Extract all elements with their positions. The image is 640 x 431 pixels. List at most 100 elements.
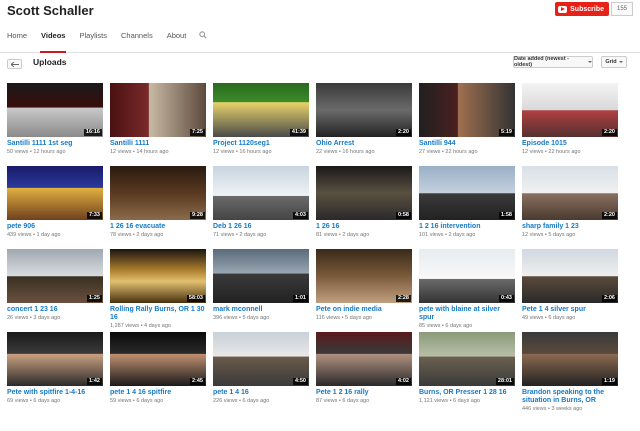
video-card[interactable]: 2:20 Episode 101512 views22 hours ago: [522, 83, 618, 166]
video-thumbnail[interactable]: 7:25: [110, 83, 206, 137]
back-button[interactable]: [7, 59, 22, 69]
video-thumbnail[interactable]: 0:58: [316, 166, 412, 220]
video-title-link[interactable]: sharp family 1 23: [522, 223, 618, 231]
video-card[interactable]: 1:19 Brandon speaking to the situation in…: [522, 332, 618, 415]
tab-videos[interactable]: Videos: [34, 27, 72, 53]
video-thumbnail[interactable]: 1:58: [419, 166, 515, 220]
view-count: 81 views: [316, 232, 338, 238]
video-title-link[interactable]: 1 26 16 evacuate: [110, 223, 206, 231]
video-card[interactable]: 0:43 pete with blaine at silver spur 85 vi…: [419, 249, 515, 332]
video-title-link[interactable]: pete 1 4 16 spitfire: [110, 389, 206, 397]
view-count: 71 views: [213, 232, 235, 238]
video-duration: 1:01: [292, 295, 308, 302]
view-count: 446 views: [522, 406, 547, 412]
video-thumbnail[interactable]: 1:01: [213, 249, 309, 303]
tab-channels[interactable]: Channels: [114, 27, 160, 53]
video-card[interactable]: 0:58 1 26 1681 views2 days ago: [316, 166, 412, 249]
view-count: 78 views: [110, 232, 132, 238]
video-card[interactable]: 5:19 Santilli 94427 views22 hours ago: [419, 83, 515, 166]
chevron-down-icon: [618, 61, 623, 63]
view-dropdown[interactable]: Grid: [601, 56, 627, 68]
video-title-link[interactable]: Santilli 944: [419, 140, 515, 148]
video-card[interactable]: 1:58 1 2 16 intervention101 views2 days a…: [419, 166, 515, 249]
video-duration: 2:20: [601, 212, 617, 219]
sort-dropdown[interactable]: Date added (newest - oldest): [513, 56, 593, 68]
video-title-link[interactable]: Pete with spitfire 1-4-16: [7, 389, 103, 397]
video-card[interactable]: 2:20 Ohio Arrest22 views16 hours ago: [316, 83, 412, 166]
video-title-link[interactable]: Burns, OR Presser 1 28 16: [419, 389, 515, 397]
video-title-link[interactable]: Deb 1 26 16: [213, 223, 309, 231]
video-title-link[interactable]: Pete 1 4 silver spur: [522, 306, 618, 314]
video-card[interactable]: 58:03 Rolling Rally Burns, OR 1 30 16 1,28…: [110, 249, 206, 332]
video-title-link[interactable]: Santilli 1111: [110, 140, 206, 148]
upload-age: 3 weeks ago: [546, 406, 582, 412]
view-label: Grid: [605, 59, 617, 65]
video-thumbnail[interactable]: 4:02: [316, 332, 412, 386]
video-card[interactable]: 2:45 pete 1 4 16 spitfire59 views6 days a…: [110, 332, 206, 415]
video-title-link[interactable]: Brandon speaking to the situation in Bur…: [522, 389, 618, 405]
channel-title[interactable]: Scott Schaller: [7, 3, 94, 18]
view-count: 12 views: [522, 149, 544, 155]
video-thumbnail[interactable]: 1:42: [7, 332, 103, 386]
video-card[interactable]: 2:28 Pete on indie media116 views5 days a…: [316, 249, 412, 332]
video-title-link[interactable]: Pete 1 2 16 rally: [316, 389, 412, 397]
video-title-link[interactable]: Ohio Arrest: [316, 140, 412, 148]
video-card[interactable]: 4:50 pete 1 4 16226 views6 days ago: [213, 332, 309, 415]
sort-label: Date added (newest - oldest): [514, 56, 570, 68]
video-title-link[interactable]: 1 2 16 intervention: [419, 223, 515, 231]
video-card[interactable]: 7:25 Santilli 111112 views14 hours ago: [110, 83, 206, 166]
video-card[interactable]: 1:42 Pete with spitfire 1-4-1669 views6 d…: [7, 332, 103, 415]
video-card[interactable]: 4:03 Deb 1 26 1671 views2 days ago: [213, 166, 309, 249]
video-thumbnail[interactable]: 2:20: [316, 83, 412, 137]
video-thumbnail[interactable]: 58:03: [110, 249, 206, 303]
video-thumbnail[interactable]: 2:20: [522, 83, 618, 137]
video-title-link[interactable]: pete 1 4 16: [213, 389, 309, 397]
video-duration: 9:28: [189, 212, 205, 219]
video-card[interactable]: 2:06 Pete 1 4 silver spur49 views6 days a…: [522, 249, 618, 332]
video-title-link[interactable]: Rolling Rally Burns, OR 1 30 16: [110, 306, 206, 322]
video-meta: 49 views6 days ago: [522, 315, 618, 322]
video-meta: 87 views6 days ago: [316, 398, 412, 405]
video-thumbnail[interactable]: 16:16: [7, 83, 103, 137]
video-thumbnail[interactable]: 2:45: [110, 332, 206, 386]
video-title-link[interactable]: 1 26 16: [316, 223, 412, 231]
video-card[interactable]: 41:39 Project 1120seg112 views16 hours ag…: [213, 83, 309, 166]
video-title-link[interactable]: Santilli 1111 1st seg: [7, 140, 103, 148]
video-thumbnail[interactable]: 2:28: [316, 249, 412, 303]
video-thumbnail[interactable]: 4:03: [213, 166, 309, 220]
video-title-link[interactable]: Pete on indie media: [316, 306, 412, 314]
video-title-link[interactable]: pete with blaine at silver spur: [419, 306, 515, 322]
video-thumbnail[interactable]: 28:01: [419, 332, 515, 386]
video-thumbnail[interactable]: 41:39: [213, 83, 309, 137]
tab-about[interactable]: About: [160, 27, 194, 53]
view-count: 439 views: [7, 232, 32, 238]
video-card[interactable]: 9:28 1 26 16 evacuate78 views2 days ago: [110, 166, 206, 249]
video-card[interactable]: 4:02 Pete 1 2 16 rally87 views6 days ago: [316, 332, 412, 415]
video-card[interactable]: 28:01 Burns, OR Presser 1 28 16 1,121 view…: [419, 332, 515, 415]
tab-playlists[interactable]: Playlists: [72, 27, 114, 53]
video-thumbnail[interactable]: 1:19: [522, 332, 618, 386]
view-count: 12 views: [110, 149, 132, 155]
video-thumbnail[interactable]: 2:06: [522, 249, 618, 303]
video-card[interactable]: 16:16 Santilli 1111 1st seg50 views12 hou…: [7, 83, 103, 166]
video-card[interactable]: 2:20 sharp family 1 2312 views5 days ago: [522, 166, 618, 249]
video-title-link[interactable]: Episode 1015: [522, 140, 618, 148]
video-thumbnail[interactable]: 2:20: [522, 166, 618, 220]
video-thumbnail[interactable]: 4:50: [213, 332, 309, 386]
video-thumbnail[interactable]: 7:33: [7, 166, 103, 220]
video-thumbnail[interactable]: 1:25: [7, 249, 103, 303]
video-thumbnail[interactable]: 5:19: [419, 83, 515, 137]
video-thumbnail[interactable]: 0:43: [419, 249, 515, 303]
video-thumbnail[interactable]: 9:28: [110, 166, 206, 220]
video-title-link[interactable]: Project 1120seg1: [213, 140, 309, 148]
search-icon[interactable]: [199, 27, 209, 44]
video-card[interactable]: 7:33 pete 906439 views1 day ago: [7, 166, 103, 249]
video-card[interactable]: 1:25 concert 1 23 1626 views3 days ago: [7, 249, 103, 332]
video-title-link[interactable]: concert 1 23 16: [7, 306, 103, 314]
subscribe-button[interactable]: Subscribe: [555, 2, 609, 16]
video-title-link[interactable]: mark mconnell: [213, 306, 309, 314]
tab-home[interactable]: Home: [0, 27, 34, 53]
video-title-link[interactable]: pete 906: [7, 223, 103, 231]
video-card[interactable]: 1:01 mark mconnell396 views5 days ago: [213, 249, 309, 332]
subscribe-label: Subscribe: [570, 5, 604, 13]
